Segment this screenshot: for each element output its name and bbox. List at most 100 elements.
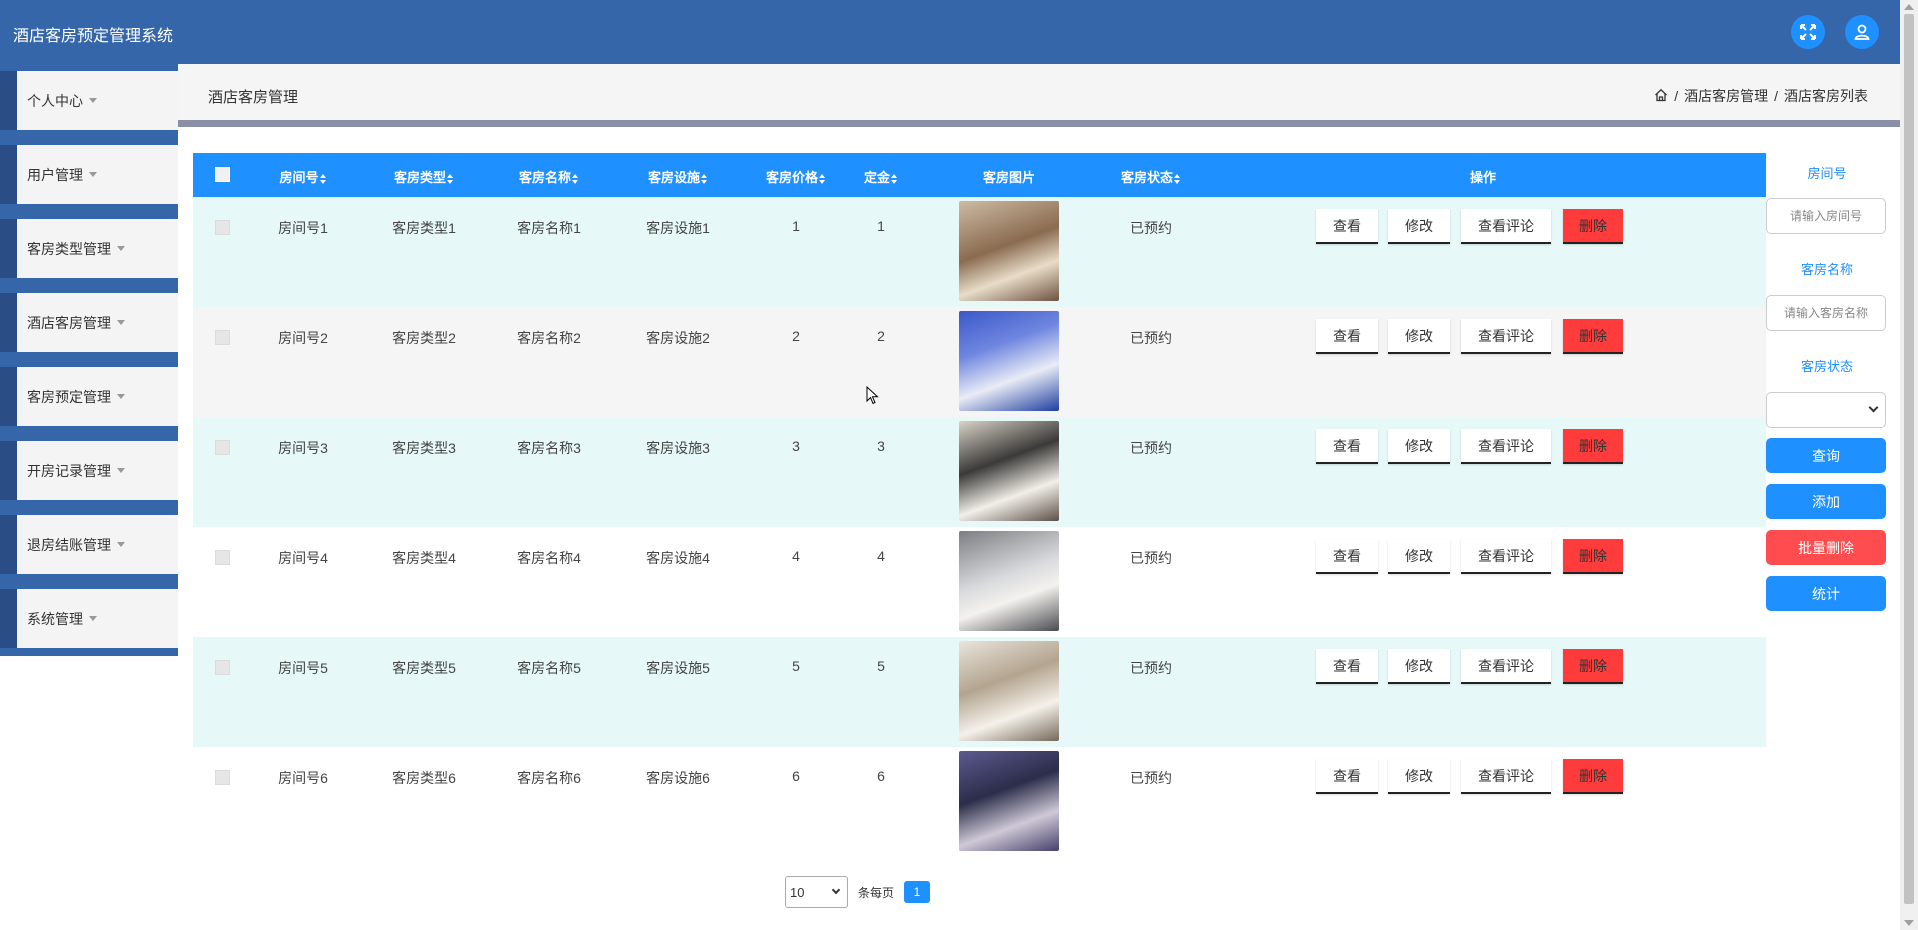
room-no-input[interactable]: [1766, 198, 1886, 234]
statistics-button[interactable]: 统计: [1766, 576, 1886, 611]
view-reviews-button[interactable]: 查看评论: [1461, 209, 1551, 244]
row-checkbox[interactable]: [215, 770, 230, 785]
cell-room-name: 客房名称5: [517, 660, 581, 676]
header-status[interactable]: 客房状态: [1101, 167, 1201, 186]
sort-icon[interactable]: [819, 173, 826, 184]
rooms-table: 房间号 客房类型 客房名称 客房设施 客房价格 定金 客房图片 客房状态 操作 …: [193, 153, 1766, 857]
breadcrumb-item: 酒店客房列表: [1784, 88, 1868, 104]
vertical-scrollbar[interactable]: [1900, 0, 1918, 930]
sort-icon[interactable]: [447, 173, 454, 184]
add-button[interactable]: 添加: [1766, 484, 1886, 519]
room-photo[interactable]: [959, 641, 1059, 741]
sidebar-item-label: 用户管理: [27, 167, 83, 183]
view-button[interactable]: 查看: [1316, 209, 1378, 244]
view-button[interactable]: 查看: [1316, 539, 1378, 574]
edit-button[interactable]: 修改: [1388, 209, 1450, 244]
page-number-current[interactable]: 1: [904, 881, 931, 903]
cell-facilities: 客房设施3: [646, 440, 710, 456]
sort-icon[interactable]: [891, 173, 898, 184]
caret-down-icon: [89, 97, 97, 103]
page-title: 酒店客房管理: [208, 89, 299, 106]
room-photo[interactable]: [959, 311, 1059, 411]
header-price[interactable]: 客房价格: [748, 167, 844, 186]
fullscreen-icon[interactable]: [1791, 15, 1825, 49]
room-name-input[interactable]: [1766, 295, 1886, 331]
page-size-select[interactable]: 10: [785, 876, 848, 908]
view-reviews-button[interactable]: 查看评论: [1461, 429, 1551, 464]
header-room-name[interactable]: 客房名称: [501, 167, 597, 186]
sidebar-item-profile[interactable]: 个人中心: [0, 71, 178, 130]
edit-button[interactable]: 修改: [1388, 649, 1450, 684]
view-button[interactable]: 查看: [1316, 429, 1378, 464]
search-button[interactable]: 查询: [1766, 438, 1886, 473]
sidebar-item-system[interactable]: 系统管理: [0, 589, 178, 648]
row-checkbox[interactable]: [215, 330, 230, 345]
view-button[interactable]: 查看: [1316, 759, 1378, 794]
delete-button[interactable]: 删除: [1563, 539, 1623, 574]
breadcrumb-item[interactable]: 酒店客房管理: [1684, 86, 1768, 106]
cell-room-name: 客房名称1: [517, 220, 581, 236]
select-all-checkbox[interactable]: [215, 167, 230, 182]
header-facilities[interactable]: 客房设施: [630, 167, 726, 186]
sort-icon[interactable]: [1174, 173, 1181, 184]
row-checkbox[interactable]: [215, 220, 230, 235]
delete-button[interactable]: 删除: [1563, 759, 1623, 794]
cell-status: 已预约: [1130, 220, 1172, 236]
cell-status: 已预约: [1130, 660, 1172, 676]
edit-button[interactable]: 修改: [1388, 429, 1450, 464]
row-checkbox[interactable]: [215, 440, 230, 455]
room-photo[interactable]: [959, 531, 1059, 631]
sidebar-item-checkin-records[interactable]: 开房记录管理: [0, 441, 178, 500]
sort-icon[interactable]: [319, 173, 327, 184]
edit-button[interactable]: 修改: [1388, 539, 1450, 574]
chevron-down-icon: [1868, 402, 1879, 413]
caret-down-icon: [89, 615, 97, 621]
cell-price: 3: [792, 438, 800, 454]
batch-delete-button[interactable]: 批量删除: [1766, 530, 1886, 565]
cell-room-type: 客房类型4: [392, 550, 456, 566]
sidebar-item-hotel-rooms[interactable]: 酒店客房管理: [0, 293, 178, 352]
room-photo[interactable]: [959, 201, 1059, 301]
view-button[interactable]: 查看: [1316, 649, 1378, 684]
header-label: 客房状态: [1120, 170, 1173, 185]
sidebar-item-users[interactable]: 用户管理: [0, 145, 178, 204]
view-reviews-button[interactable]: 查看评论: [1461, 649, 1551, 684]
delete-button[interactable]: 删除: [1563, 649, 1623, 684]
user-avatar-icon[interactable]: [1845, 15, 1879, 49]
header-deposit[interactable]: 定金: [846, 167, 916, 186]
row-checkbox[interactable]: [215, 550, 230, 565]
room-photo[interactable]: [959, 751, 1059, 851]
home-icon[interactable]: [1654, 88, 1668, 105]
edit-button[interactable]: 修改: [1388, 319, 1450, 354]
sort-icon[interactable]: [572, 173, 579, 184]
sort-icon[interactable]: [701, 173, 708, 184]
row-checkbox[interactable]: [215, 660, 230, 675]
chevron-down-icon: [831, 885, 841, 895]
room-status-select[interactable]: [1766, 392, 1886, 428]
view-reviews-button[interactable]: 查看评论: [1461, 539, 1551, 574]
header-label: 客房类型: [393, 170, 446, 185]
cell-room-name: 客房名称3: [517, 440, 581, 456]
table-row: 房间号6 客房类型6 客房名称6 客房设施6 6 6 已预约 查看 修改 查看评论 删除: [193, 747, 1766, 857]
scrollbar-thumb[interactable]: [1904, 14, 1914, 904]
scroll-up-icon[interactable]: [1904, 4, 1914, 10]
sidebar-item-checkout[interactable]: 退房结账管理: [0, 515, 178, 574]
cell-deposit: 6: [877, 768, 885, 784]
sidebar-item-label: 客房预定管理: [27, 389, 111, 405]
view-reviews-button[interactable]: 查看评论: [1461, 319, 1551, 354]
header-room-type[interactable]: 客房类型: [376, 167, 472, 186]
delete-button[interactable]: 删除: [1563, 319, 1623, 354]
view-reviews-button[interactable]: 查看评论: [1461, 759, 1551, 794]
scroll-down-icon[interactable]: [1904, 920, 1914, 926]
header-room-no[interactable]: 房间号: [268, 167, 338, 186]
room-photo[interactable]: [959, 421, 1059, 521]
cell-room-no: 房间号6: [278, 770, 328, 786]
delete-button[interactable]: 删除: [1563, 429, 1623, 464]
edit-button[interactable]: 修改: [1388, 759, 1450, 794]
sidebar-item-room-types[interactable]: 客房类型管理: [0, 219, 178, 278]
sidebar-item-bookings[interactable]: 客房预定管理: [0, 367, 178, 426]
cell-price: 2: [792, 328, 800, 344]
view-button[interactable]: 查看: [1316, 319, 1378, 354]
cell-room-name: 客房名称4: [517, 550, 581, 566]
delete-button[interactable]: 删除: [1563, 209, 1623, 244]
